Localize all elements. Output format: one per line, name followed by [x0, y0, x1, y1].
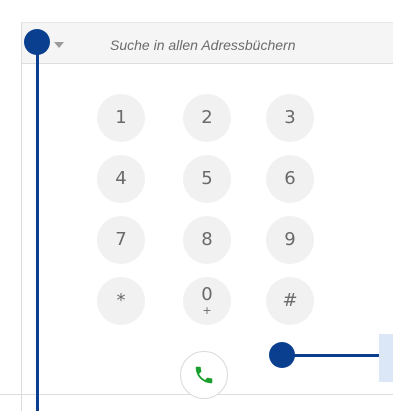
key-label: 8 — [201, 229, 213, 250]
key-6[interactable]: 6 — [266, 155, 314, 203]
key-8[interactable]: 8 — [183, 216, 231, 264]
key-4[interactable]: 4 — [97, 155, 145, 203]
key-label: 1 — [115, 107, 127, 128]
key-label: 9 — [284, 229, 296, 250]
search-input[interactable] — [110, 32, 380, 58]
callout-marker-right — [269, 342, 295, 368]
key-5[interactable]: 5 — [183, 155, 231, 203]
key-2[interactable]: 2 — [183, 94, 231, 142]
key-label: 5 — [201, 168, 213, 189]
key-label: 4 — [115, 168, 127, 189]
phone-icon — [195, 366, 213, 384]
panel-border-left — [21, 22, 22, 411]
callout-marker-top — [24, 29, 50, 55]
call-button[interactable] — [180, 351, 228, 399]
key-9[interactable]: 9 — [266, 216, 314, 264]
key-label: 2 — [201, 107, 213, 128]
dialer-panel: 1 2 3 4 5 6 7 8 9 * 0 + # — [0, 0, 393, 411]
key-label: 6 — [284, 168, 296, 189]
key-star[interactable]: * — [97, 277, 145, 325]
key-label: * — [116, 290, 126, 311]
callout-target-highlight — [379, 334, 393, 382]
key-7[interactable]: 7 — [97, 216, 145, 264]
key-label: 0 — [201, 284, 213, 305]
key-3[interactable]: 3 — [266, 94, 314, 142]
key-hash[interactable]: # — [266, 277, 314, 325]
key-0[interactable]: 0 + — [183, 277, 231, 325]
caret-down-icon[interactable] — [51, 40, 67, 50]
key-sublabel: + — [202, 304, 212, 317]
key-label: 3 — [284, 107, 296, 128]
key-label: 7 — [115, 229, 127, 250]
key-label: # — [282, 290, 298, 311]
key-1[interactable]: 1 — [97, 94, 145, 142]
callout-line-vertical — [36, 40, 39, 411]
callout-line-horizontal — [282, 354, 379, 357]
